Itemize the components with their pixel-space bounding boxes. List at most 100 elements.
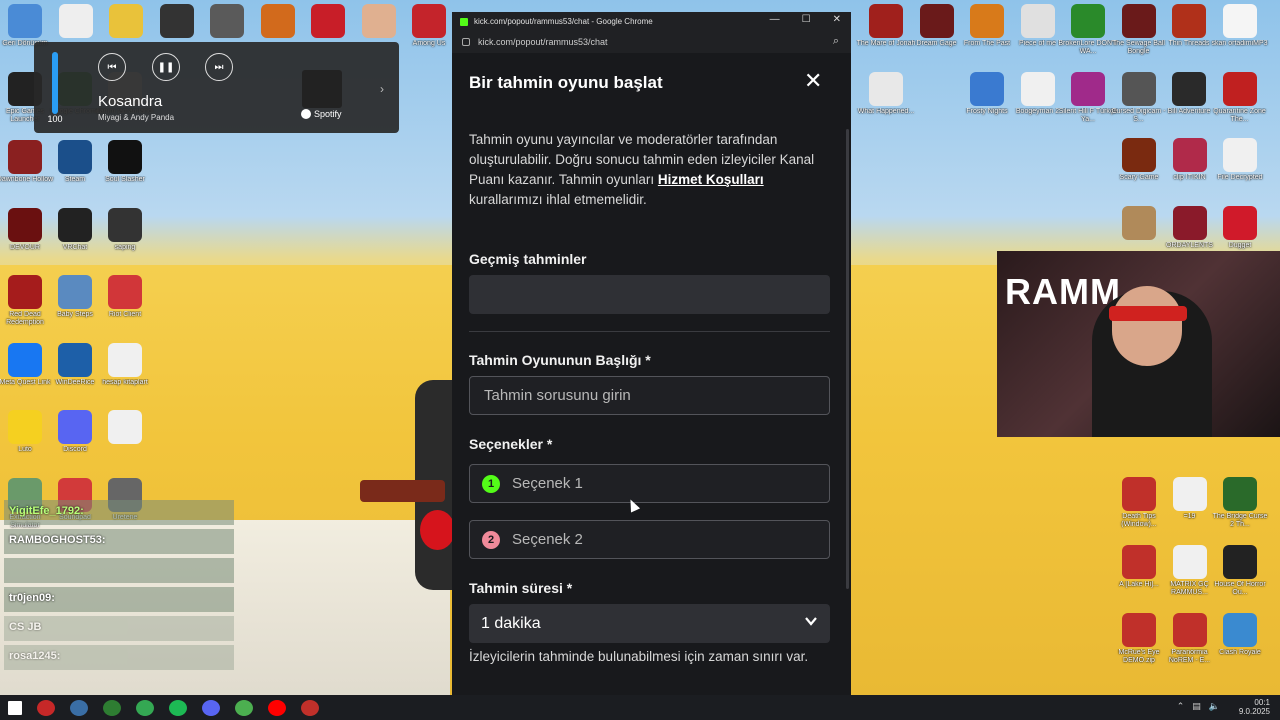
kick-logo-icon (460, 17, 468, 26)
desktop-icon[interactable]: Clash Royale (1210, 613, 1270, 665)
desktop-icon-label: What Happened... (857, 108, 915, 115)
app-icon (8, 4, 42, 38)
app-icon (58, 207, 92, 242)
desktop-icon-label: File Decrypted (1217, 174, 1263, 181)
media-player-overlay: 100 ⏮ ❚❚ ⏭ Kosandra Miyagi & Andy Panda … (34, 42, 399, 133)
discord-icon[interactable] (202, 699, 220, 716)
network-icon[interactable]: ▤ (1192, 701, 1201, 712)
vpn-icon[interactable] (103, 699, 121, 716)
app-icon (1121, 72, 1156, 106)
chat-message (4, 558, 234, 583)
desktop-icon[interactable]: skan ortadimiMP3 (1210, 4, 1270, 56)
minimize-icon[interactable]: — (770, 14, 780, 25)
archive-icon[interactable] (301, 699, 319, 716)
app-icon (108, 140, 142, 174)
volume-icon[interactable]: 🔈 (1209, 701, 1220, 712)
desktop-icon-label: Among Us (412, 40, 446, 47)
app-icon (210, 4, 244, 38)
chrome-icon[interactable] (136, 699, 154, 716)
app-icon (8, 140, 42, 174)
system-tray[interactable]: ⌃ ▤ 🔈 (1177, 701, 1220, 712)
site-info-icon[interactable] (462, 38, 470, 46)
desktop-icon-label: House Of Horror Ou... (1214, 581, 1266, 596)
app-icon (1223, 545, 1257, 579)
app-icon (108, 342, 142, 377)
youtube-icon[interactable] (268, 699, 286, 716)
app-icon (1071, 72, 1105, 106)
chat-message: tr0jen09: (4, 587, 234, 612)
desktop-icon-label: Clash Royale (1219, 649, 1261, 656)
window-title: kick.com/popout/rammus53/chat - Google C… (474, 17, 653, 26)
voicemod-icon[interactable] (37, 699, 55, 716)
app-icon (1223, 206, 1257, 240)
game-character (360, 380, 455, 610)
address-bar[interactable]: kick.com/popout/rammus53/chat ⌕ (452, 31, 851, 53)
chevron-up-icon[interactable]: ⌃ (1177, 701, 1185, 712)
option-1-field[interactable]: 1 (469, 464, 830, 503)
clock[interactable]: 00:1 9.0.2025 (1239, 698, 1270, 716)
app-icon (1122, 613, 1156, 647)
option-2-field[interactable]: 2 (469, 520, 830, 559)
app-icon (1020, 4, 1055, 38)
webcam-overlay: RAMM (997, 251, 1280, 437)
app-icon (8, 410, 42, 444)
app-icon (1223, 613, 1257, 647)
close-icon[interactable]: ✕ (804, 70, 822, 92)
app-icon (1122, 477, 1156, 511)
desktop-icon[interactable]: Quarantine Zone The... (1210, 72, 1270, 124)
desktop-icon[interactable]: Soul Slasher (95, 140, 155, 192)
duration-value: 1 dakika (481, 614, 541, 632)
desktop-icon-label (95, 446, 155, 462)
app-icon (108, 410, 142, 444)
chevron-right-icon[interactable]: › (380, 82, 384, 96)
pause-icon[interactable]: ❚❚ (152, 53, 180, 81)
chat-message: YigitEfe_1792: (4, 500, 234, 525)
desktop-icon[interactable] (95, 410, 155, 462)
app-icon (1122, 138, 1156, 172)
tool-icon[interactable] (235, 699, 253, 716)
desktop-icon-label: skan ortadimiMP3 (1211, 40, 1268, 47)
desktop-icon[interactable]: The Bridge Curse 2 Th... (1210, 477, 1270, 529)
spotify-icon[interactable] (169, 699, 187, 716)
terms-link[interactable]: Hizmet Koşulları (658, 172, 764, 187)
wallpaper-icon[interactable] (70, 699, 88, 716)
desktop-icon[interactable]: House Of Horror Ou... (1210, 545, 1270, 597)
app-icon (1223, 138, 1257, 172)
zoom-icon[interactable]: ⌕ (833, 35, 839, 48)
desktop-icon[interactable]: saping (95, 207, 155, 260)
window-close-icon[interactable]: ✕ (833, 14, 841, 25)
prediction-title-input[interactable] (484, 387, 829, 404)
option-1-input[interactable] (512, 475, 829, 492)
start-icon[interactable] (8, 700, 22, 715)
prediction-title-field[interactable] (469, 376, 830, 415)
spotify-logo: Spotify (301, 109, 342, 119)
desktop-icon[interactable]: File Decrypted (1210, 138, 1270, 190)
duration-select[interactable]: 1 dakika (469, 604, 830, 643)
desktop-icon[interactable]: hesap kitaplart (95, 342, 155, 395)
app-icon (58, 140, 92, 174)
app-icon (1122, 545, 1156, 579)
taskbar: ⌃ ▤ 🔈 00:1 9.0.2025 (0, 695, 1280, 720)
desktop-icon-label: Quarantine Zone The... (1213, 108, 1266, 123)
title-label: Tahmin Oyununun Başlığı * (469, 352, 651, 368)
option-2-input[interactable] (512, 531, 829, 548)
modal-title: Bir tahmin oyunu başlat (469, 73, 663, 92)
chat-message: CS JB (4, 616, 234, 641)
app-icon (8, 207, 42, 242)
skip-previous-icon[interactable]: ⏮ (98, 53, 126, 81)
desktop-icon[interactable]: What Happened... (856, 72, 916, 124)
desktop-icon-label: The Bridge Curse 2 Th... (1212, 513, 1268, 528)
app-icon (58, 275, 92, 309)
desktop-icon-label: Soul Slasher (105, 176, 145, 183)
app-icon (260, 4, 295, 38)
modal-description: Tahmin oyunu yayıncılar ve moderatörler … (469, 132, 815, 207)
app-icon (361, 4, 396, 38)
app-icon (1172, 138, 1207, 172)
scrollbar[interactable] (846, 129, 849, 589)
desktop-icon[interactable]: Riot Client (95, 275, 155, 327)
skip-next-icon[interactable]: ⏭ (205, 53, 233, 81)
maximize-icon[interactable]: ☐ (802, 14, 811, 25)
volume-slider[interactable] (52, 52, 58, 114)
history-list[interactable] (469, 275, 830, 314)
desktop-icon[interactable]: Among Us (399, 4, 459, 56)
